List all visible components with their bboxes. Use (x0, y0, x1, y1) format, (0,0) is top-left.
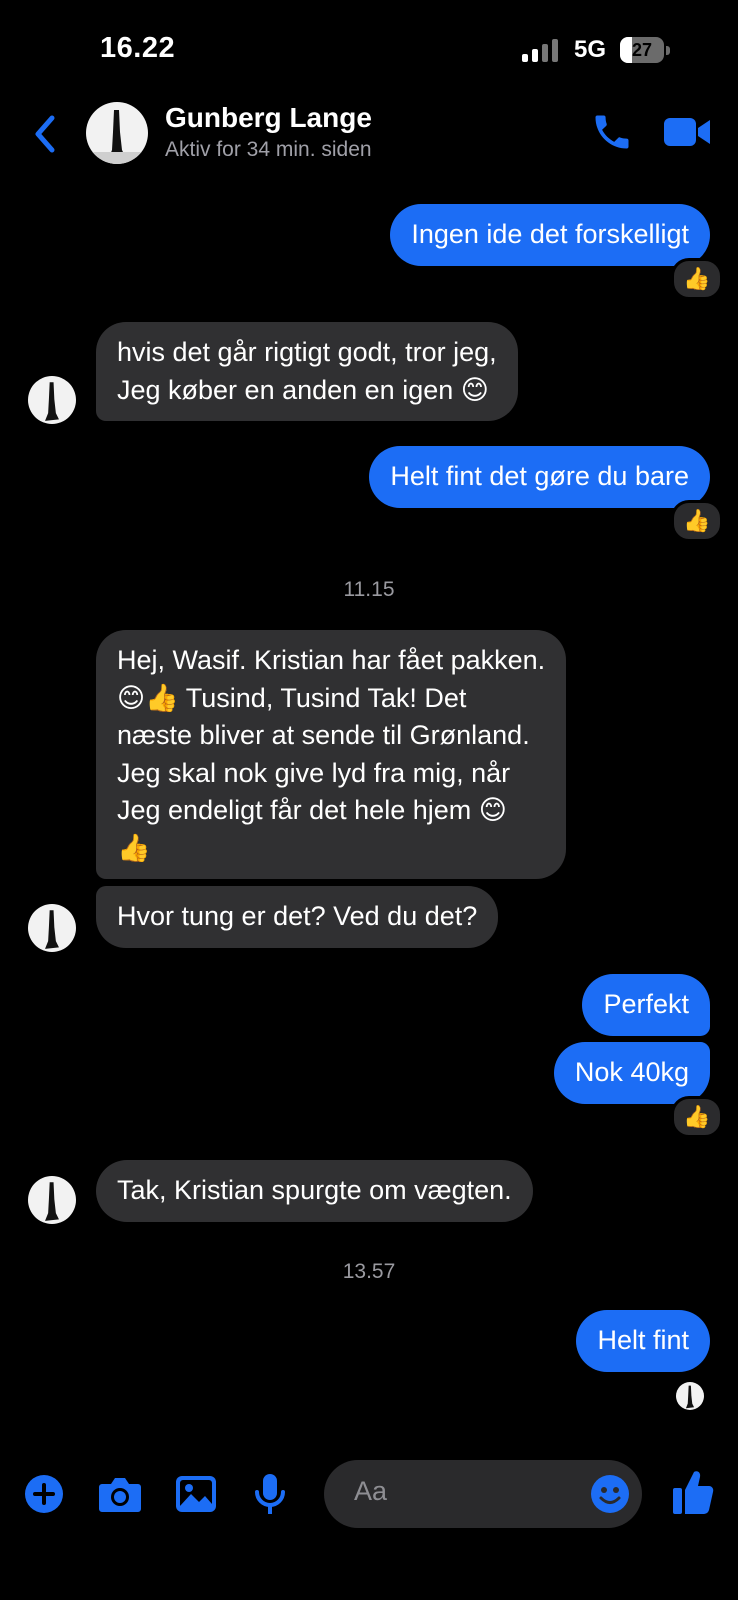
message-line: Jeg køber en anden en igen 😊 (117, 374, 489, 405)
video-camera-icon (664, 118, 710, 146)
message-line: Jeg skal nok give lyd fra mig, når (117, 757, 511, 788)
network-type: 5G (574, 36, 607, 63)
plus-button[interactable] (24, 1474, 64, 1514)
message-line: Hej, Wasif. Kristian har fået pakken. (117, 645, 546, 675)
message-input[interactable]: Aa (324, 1460, 642, 1528)
message-line: 😊👍 Tusind, Tusind Tak! Det (117, 682, 467, 713)
message-reaction[interactable]: 👍 (671, 500, 723, 542)
send-like-button[interactable] (672, 1468, 714, 1516)
message-outgoing[interactable]: Helt fint det gøre du bare (369, 446, 710, 508)
camera-icon (99, 1478, 141, 1512)
plus-icon (25, 1475, 63, 1513)
message-line: 👍 (117, 832, 151, 863)
contact-active-status: Aktiv for 34 min. siden (165, 138, 372, 161)
timestamp: 11.15 (343, 578, 395, 601)
message-incoming[interactable]: Hej, Wasif. Kristian har fået pakken. 😊👍… (96, 630, 567, 879)
cellular-signal-icon (522, 38, 562, 62)
status-time: 16.22 (100, 32, 176, 64)
message-line: næste bliver at sende til Grønland. (117, 720, 530, 750)
battery-icon: 27 (620, 37, 670, 63)
gallery-button[interactable] (175, 1474, 217, 1514)
image-icon (176, 1476, 216, 1512)
sender-avatar[interactable] (28, 904, 76, 952)
microphone-icon (255, 1474, 285, 1514)
message-outgoing[interactable]: Perfekt (582, 974, 710, 1036)
back-button[interactable] (30, 112, 60, 156)
smile-icon[interactable] (590, 1474, 630, 1514)
camera-button[interactable] (98, 1474, 142, 1514)
message-outgoing[interactable]: Ingen ide det forskelligt (390, 204, 710, 266)
message-outgoing[interactable]: Helt fint (576, 1310, 710, 1372)
phone-icon (595, 115, 629, 149)
voice-message-button[interactable] (254, 1472, 286, 1516)
message-input-placeholder: Aa (354, 1476, 388, 1506)
sender-avatar[interactable] (28, 1176, 76, 1224)
video-call-button[interactable] (664, 114, 712, 150)
battery-level: 27 (631, 40, 653, 60)
sender-avatar[interactable] (28, 376, 76, 424)
message-incoming[interactable]: hvis det går rigtigt godt, tror jeg, Jeg… (96, 322, 518, 421)
thumbs-up-icon (673, 1471, 714, 1514)
timestamp: 13.57 (342, 1260, 396, 1283)
contact-name[interactable]: Gunberg Lange (165, 102, 372, 134)
message-reaction[interactable]: 👍 (671, 1096, 723, 1138)
message-incoming[interactable]: Tak, Kristian spurgte om vægten. (96, 1160, 533, 1222)
audio-call-button[interactable] (590, 110, 634, 154)
message-reaction[interactable]: 👍 (671, 258, 723, 300)
chevron-left-icon (35, 115, 55, 153)
message-incoming[interactable]: Hvor tung er det? Ved du det? (96, 886, 499, 948)
message-line: Jeg endeligt får det hele hjem 😊 (117, 795, 507, 825)
read-receipt-avatar (676, 1382, 704, 1410)
message-line: hvis det går rigtigt godt, tror jeg, (117, 337, 497, 367)
contact-avatar[interactable] (86, 102, 148, 164)
message-outgoing[interactable]: Nok 40kg (553, 1042, 710, 1104)
